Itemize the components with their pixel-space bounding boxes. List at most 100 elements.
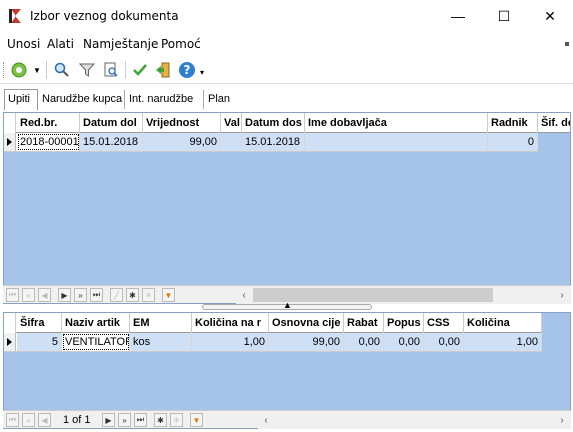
panel-splitter[interactable]: ▲ [202, 300, 372, 310]
cell-css[interactable]: 0,00 [424, 333, 464, 351]
menu-unosi[interactable]: Unosi [7, 37, 40, 51]
help-icon[interactable]: ? [177, 60, 197, 80]
cell-vrijednost[interactable]: 99,00 [143, 133, 221, 151]
cell-kolicina-na-r[interactable]: 1,00 [192, 333, 269, 351]
search-icon[interactable] [52, 60, 72, 80]
nav-next-button[interactable]: ▶ [102, 413, 115, 427]
nav-next-page-button[interactable]: » [74, 288, 87, 302]
toolbar-grip [3, 62, 5, 78]
table-row[interactable]: 5 VENTILATOR kos 1,00 99,00 0,00 0,00 0,… [4, 333, 542, 352]
col-header-sifra[interactable]: Šifra [17, 313, 62, 333]
confirm-check-icon[interactable] [130, 60, 150, 80]
minimize-button[interactable]: — [435, 0, 481, 32]
menu-pomoc[interactable]: Pomoć [161, 37, 201, 51]
chevron-down-icon[interactable]: ▼ [33, 66, 41, 75]
menu-bar: Unosi Alati Namještanje Pomoć [0, 33, 573, 55]
exit-door-icon[interactable] [153, 60, 173, 80]
col-header-em[interactable]: EM [130, 313, 192, 333]
col-header-radnik[interactable]: Radnik [488, 113, 538, 133]
svg-text:?: ? [184, 63, 191, 77]
col-header-val[interactable]: Val [221, 113, 242, 133]
cell-sifra[interactable]: 5 [17, 333, 62, 351]
row-indicator-icon [4, 133, 16, 151]
scroll-left-icon[interactable]: ‹ [238, 289, 250, 301]
documents-grid-header: Red.br. Datum dol Vrijednost Val Datum d… [4, 113, 570, 133]
menu-grip-icon [565, 42, 569, 46]
cell-red-br[interactable]: 2018-00001 [17, 133, 80, 151]
header-corner [4, 113, 16, 133]
nav-insert-button[interactable]: ✱ [154, 413, 167, 427]
nav-insert-button[interactable]: ✱ [126, 288, 139, 302]
cell-kolicina[interactable]: 1,00 [464, 333, 542, 351]
toolbar-separator [125, 61, 126, 79]
cell-datum-dos[interactable]: 15.01.2018 [242, 133, 305, 151]
items-hscrollbar[interactable]: ‹ › [258, 411, 571, 429]
cell-em[interactable]: kos [130, 333, 192, 351]
col-header-kolicina[interactable]: Količina [464, 313, 542, 333]
nav-edit-button[interactable]: ╱ [110, 288, 123, 302]
nav-filter-icon[interactable]: ▼ [190, 413, 203, 427]
nav-prev-button[interactable]: ◀ [38, 413, 51, 427]
header-corner [4, 313, 16, 333]
nav-next-page-button[interactable]: » [118, 413, 131, 427]
nav-next-button[interactable]: ▶ [58, 288, 71, 302]
cell-datum-dol[interactable]: 15.01.2018 [80, 133, 143, 151]
col-header-datum-dos[interactable]: Datum dos [242, 113, 305, 133]
nav-prev-button[interactable]: ◀ [38, 288, 51, 302]
cell-ime-dobavljaca[interactable] [305, 133, 488, 151]
close-button[interactable]: ✕ [527, 0, 573, 32]
cell-popust[interactable]: 0,00 [384, 333, 424, 351]
scroll-right-icon[interactable]: › [556, 289, 568, 301]
nav-delete-button[interactable]: ✳ [170, 413, 183, 427]
tab-int-narudzbe[interactable]: Int. narudžbe [126, 90, 204, 109]
tab-narudzbe-kupca[interactable]: Narudžbe kupca [39, 90, 125, 109]
items-navigator: ⏮ « ◀ 1 of 1 ▶ » ⏭ ✱ ✳ ▼ ‹ › [3, 410, 571, 429]
toolbar-separator [46, 61, 47, 79]
nav-filter-icon[interactable]: ▼ [162, 288, 175, 302]
col-header-kolicina-na-r[interactable]: Količina na r [192, 313, 269, 333]
col-header-datum-dol[interactable]: Datum dol [80, 113, 143, 133]
cell-rabat[interactable]: 0,00 [344, 333, 384, 351]
col-header-vrijednost[interactable]: Vrijednost [143, 113, 221, 133]
nav-first-page-button[interactable]: ⏮ [6, 288, 19, 302]
toolbar-overflow-icon[interactable]: ▾ [200, 68, 204, 77]
new-circle-icon[interactable] [9, 60, 29, 80]
chevron-up-icon[interactable]: ▲ [283, 300, 292, 310]
cell-val[interactable] [221, 133, 242, 151]
window-title: Izbor veznog dokumenta [30, 9, 179, 23]
nav-last-page-button[interactable]: ⏭ [90, 288, 103, 302]
app-logo-icon [9, 9, 21, 23]
cell-radnik[interactable]: 0 [488, 133, 538, 151]
filter-icon[interactable] [77, 60, 97, 80]
table-row[interactable]: 2018-00001 15.01.2018 99,00 15.01.2018 0 [4, 133, 538, 152]
page-info: 1 of 1 [63, 414, 91, 426]
menu-alati[interactable]: Alati [47, 37, 74, 51]
documents-grid[interactable]: Red.br. Datum dol Vrijednost Val Datum d… [3, 112, 571, 304]
maximize-button[interactable]: ☐ [481, 0, 527, 32]
nav-last-page-button[interactable]: ⏭ [134, 413, 147, 427]
col-header-ime-dobavljaca[interactable]: Ime dobavljača [305, 113, 488, 133]
cell-osnovna-cijena[interactable]: 99,00 [269, 333, 344, 351]
scroll-right-icon[interactable]: › [556, 414, 568, 426]
nav-prev-page-button[interactable]: « [22, 288, 35, 302]
nav-prev-page-button[interactable]: « [22, 413, 35, 427]
menu-namjestanje[interactable]: Namještanje [83, 37, 158, 51]
preview-icon[interactable] [101, 60, 121, 80]
col-header-css[interactable]: CSS [424, 313, 464, 333]
col-header-sif-do[interactable]: Šif. do [538, 113, 570, 133]
col-header-red-br[interactable]: Red.br. [17, 113, 80, 133]
nav-first-page-button[interactable]: ⏮ [6, 413, 19, 427]
col-header-naziv-artikla[interactable]: Naziv artik [62, 313, 130, 333]
title-bar: Izbor veznog dokumenta — ☐ ✕ [0, 0, 573, 32]
items-grid-header: Šifra Naziv artik EM Količina na r Osnov… [4, 313, 542, 333]
cell-naziv-artikla[interactable]: VENTILATOR [62, 333, 130, 351]
nav-delete-button[interactable]: ✳ [142, 288, 155, 302]
toolbar: ▼ ? ▾ [0, 56, 573, 84]
scroll-left-icon[interactable]: ‹ [260, 414, 272, 426]
col-header-rabat[interactable]: Rabat [344, 313, 384, 333]
col-header-popust[interactable]: Popus [384, 313, 424, 333]
row-indicator-icon [4, 333, 16, 351]
tab-upiti[interactable]: Upiti [4, 89, 38, 110]
col-header-osnovna-cijena[interactable]: Osnovna cije [269, 313, 344, 333]
tab-plan[interactable]: Plan [205, 90, 235, 109]
